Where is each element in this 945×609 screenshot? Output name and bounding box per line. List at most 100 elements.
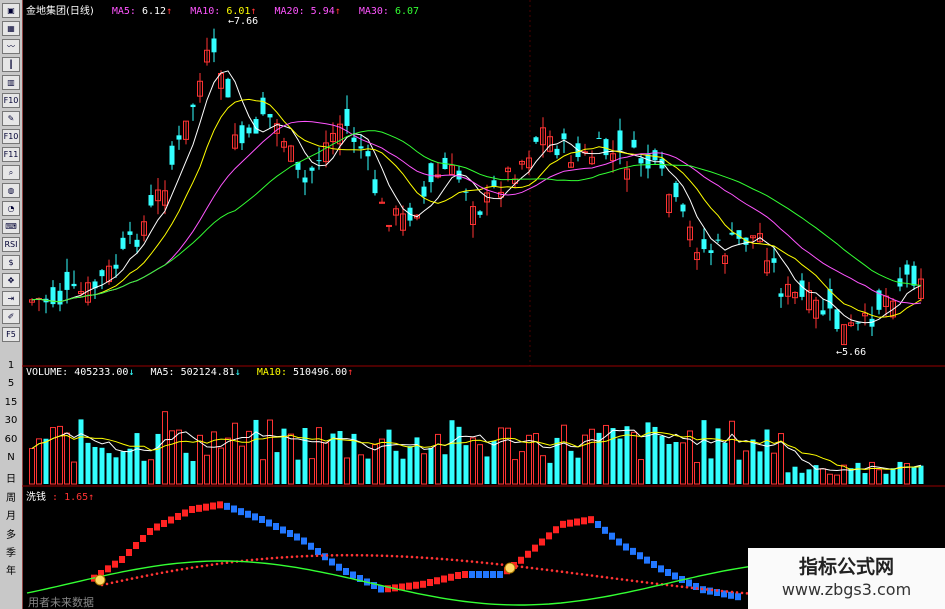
indicator-block <box>266 519 272 527</box>
f10-icon[interactable]: F10 <box>2 93 20 108</box>
move-icon[interactable]: ✥ <box>2 273 20 288</box>
volume-bar-down <box>617 438 623 484</box>
indicator-block <box>182 509 188 517</box>
indicator-dot <box>105 582 109 586</box>
indicator-dot <box>460 559 464 562</box>
volume-bar-up <box>267 419 273 485</box>
period-button-5[interactable]: N <box>2 452 20 463</box>
candle-down <box>778 293 784 297</box>
volume-bar-up <box>148 459 154 485</box>
globe-icon[interactable]: ◍ <box>2 183 20 198</box>
indicator-block <box>616 538 622 546</box>
indicator-block <box>546 532 552 540</box>
f5-icon[interactable]: F5 <box>2 327 20 342</box>
indicator-green-line <box>26 560 760 606</box>
candle-down <box>561 133 567 140</box>
chart-area[interactable] <box>22 0 945 609</box>
f11-icon[interactable]: F11 <box>2 147 20 162</box>
indicator-block <box>602 526 608 534</box>
export-icon[interactable]: ⇥ <box>2 291 20 306</box>
period-button-7[interactable]: 周 <box>2 489 20 504</box>
indicator-dot <box>520 565 524 569</box>
indicator-dot <box>300 554 304 558</box>
volume-bar-up <box>260 459 266 485</box>
bar-chart-icon[interactable]: ▥ <box>2 75 20 90</box>
grid-icon[interactable]: ▦ <box>2 21 20 36</box>
vol-ma5-down-arrow: ↓ <box>234 367 241 378</box>
indicator-dot <box>315 554 319 558</box>
indicator-dot <box>345 553 349 557</box>
high-price-marker: ←7.66 <box>228 16 258 27</box>
dollar-icon[interactable]: $ <box>2 255 20 270</box>
period-button-2[interactable]: 15 <box>2 397 20 408</box>
indicator-dot <box>205 564 209 567</box>
candle-down <box>351 137 357 142</box>
period-button-3[interactable]: 30 <box>2 415 20 426</box>
period-button-1[interactable]: 5 <box>2 378 20 389</box>
candle-down <box>771 258 777 263</box>
indicator-dot <box>645 581 649 584</box>
indicator-dot <box>435 557 439 560</box>
ma5-label: MA5: <box>111 6 136 17</box>
period-button-4[interactable]: 60 <box>2 434 20 445</box>
indicator-dot <box>535 567 539 570</box>
volume-bar-up <box>512 459 518 485</box>
candle-down <box>715 239 721 241</box>
ma30-line <box>31 130 922 303</box>
volume-bar-down <box>113 457 119 484</box>
high-marker-value: 7.66 <box>234 16 259 27</box>
period-button-6[interactable]: 日 <box>2 470 20 485</box>
pie-icon[interactable]: ◔ <box>2 201 20 216</box>
indicator-dot <box>265 557 269 560</box>
indicator-dot <box>575 572 579 575</box>
notes-icon[interactable]: ✎ <box>2 111 20 126</box>
pen-icon[interactable]: ✐ <box>2 309 20 324</box>
volume-bar-down <box>442 454 448 484</box>
indicator-dot <box>180 567 184 571</box>
indicator-block <box>483 571 489 578</box>
candle-down <box>57 290 63 305</box>
indicator-block <box>637 552 643 560</box>
indicator-block <box>126 549 132 556</box>
period-button-0[interactable]: 1 <box>2 360 20 371</box>
volume-bar-down <box>652 426 658 484</box>
period-button-10[interactable]: 季 <box>2 544 20 559</box>
volume-bar-up <box>470 437 476 485</box>
ma5-up-arrow: ↑ <box>166 6 173 17</box>
indicator-dot <box>605 576 609 579</box>
window-icon[interactable]: ▣ <box>2 3 20 18</box>
volume-bar-down <box>750 439 756 484</box>
period-button-8[interactable]: 月 <box>2 507 20 522</box>
indicator-dot <box>330 554 334 557</box>
volume-bar-down <box>862 473 868 484</box>
candle-down <box>645 154 651 169</box>
candle-down <box>673 182 679 198</box>
volume-bar-down <box>330 433 336 484</box>
indicator-block <box>196 504 202 512</box>
keyboard-icon[interactable]: ⌨ <box>2 219 20 234</box>
indicator-block <box>497 571 503 578</box>
indicator-dot <box>135 576 139 579</box>
candle-down <box>316 160 322 162</box>
volume-bar-down <box>92 446 98 484</box>
period-button-9[interactable]: 多 <box>2 526 20 541</box>
indicator-block <box>119 556 125 563</box>
period-button-11[interactable]: 年 <box>2 562 20 577</box>
volume-bar-up <box>834 474 840 485</box>
candle-icon[interactable]: ┃ <box>2 57 20 72</box>
indicator-block <box>476 571 482 578</box>
rsi-icon[interactable]: RSI <box>2 237 20 252</box>
indicator-block <box>189 506 195 513</box>
volume-bar-down <box>386 429 392 484</box>
line-chart-icon[interactable]: 〰 <box>2 39 20 54</box>
indicator-block <box>343 568 349 575</box>
ma20-up-arrow: ↑ <box>334 6 341 17</box>
volume-bar-up <box>729 420 735 485</box>
candle-down <box>631 139 637 148</box>
indicator-dot <box>170 569 174 573</box>
magnify-icon[interactable]: ⌕ <box>2 165 20 180</box>
candle-down <box>911 265 917 286</box>
indicator-block <box>469 571 475 578</box>
volume-bar-up <box>771 452 777 485</box>
f10-alt-icon[interactable]: F10 <box>2 129 20 144</box>
